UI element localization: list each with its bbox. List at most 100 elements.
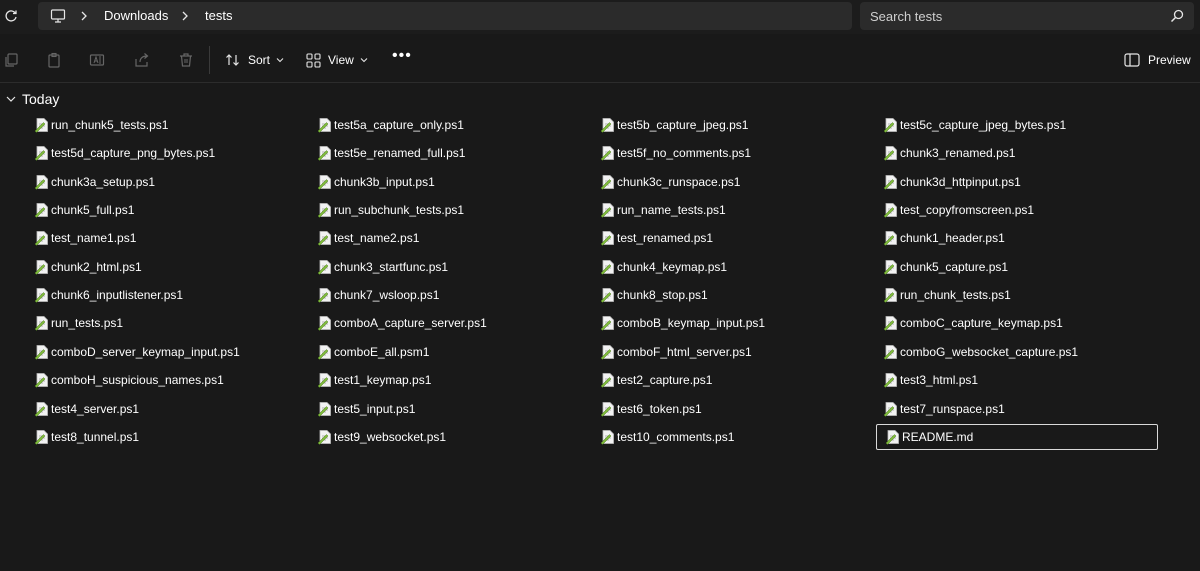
file-item[interactable]: comboC_capture_keymap.ps1 [875,310,1157,336]
file-name: test3_html.ps1 [900,373,979,387]
file-item[interactable]: chunk1_header.ps1 [875,225,1157,251]
file-name: test5a_capture_only.ps1 [334,118,464,132]
file-item[interactable]: chunk3c_runspace.ps1 [592,169,874,195]
file-name: test10_comments.ps1 [617,430,735,444]
sort-icon [226,54,239,66]
file-item[interactable]: run_name_tests.ps1 [592,197,874,223]
file-item[interactable]: test5b_capture_jpeg.ps1 [592,112,874,138]
file-item[interactable]: comboD_server_keymap_input.ps1 [26,339,308,365]
breadcrumb-tests[interactable]: tests [205,8,232,23]
preview-button[interactable]: Preview [1124,48,1191,72]
search-icon[interactable] [1170,9,1184,23]
file-name: run_chunk5_tests.ps1 [51,118,169,132]
file-item[interactable]: chunk8_stop.ps1 [592,282,874,308]
view-button[interactable]: View [306,48,375,72]
file-item[interactable]: test1_keymap.ps1 [309,367,591,393]
file-item[interactable]: test4_server.ps1 [26,396,308,422]
file-item[interactable]: comboF_html_server.ps1 [592,339,874,365]
file-name: test8_tunnel.ps1 [51,430,140,444]
group-header-today[interactable]: Today [6,90,59,108]
script-file-icon [317,373,331,388]
file-name: chunk3c_runspace.ps1 [617,175,741,189]
rename-icon[interactable] [89,52,105,68]
file-item[interactable]: README.md [876,424,1158,450]
search-box[interactable] [860,2,1194,30]
file-name: chunk2_html.ps1 [51,260,142,274]
file-name: run_tests.ps1 [51,316,124,330]
file-item[interactable]: run_subchunk_tests.ps1 [309,197,591,223]
file-item[interactable]: test7_runspace.ps1 [875,396,1157,422]
sort-button[interactable]: Sort [225,48,291,72]
script-file-icon [317,430,331,445]
view-icon [306,52,321,68]
file-item[interactable]: test5f_no_comments.ps1 [592,140,874,166]
script-file-icon [883,118,897,133]
file-item[interactable]: test6_token.ps1 [592,396,874,422]
file-item[interactable]: chunk3_renamed.ps1 [875,140,1157,166]
copy-icon[interactable] [3,52,19,68]
file-item[interactable]: test_name1.ps1 [26,225,308,251]
file-item[interactable]: chunk5_capture.ps1 [875,254,1157,280]
file-item[interactable]: run_chunk_tests.ps1 [875,282,1157,308]
file-item[interactable]: test5_input.ps1 [309,396,591,422]
script-file-icon [883,203,897,218]
script-file-icon [34,260,48,275]
file-item[interactable]: test2_capture.ps1 [592,367,874,393]
file-item[interactable]: comboG_websocket_capture.ps1 [875,339,1157,365]
search-input[interactable] [870,6,1150,26]
script-file-icon [317,118,331,133]
more-options-button[interactable]: ••• [392,48,412,70]
file-item[interactable]: test10_comments.ps1 [592,424,874,450]
address-bar[interactable]: Downloads tests [38,2,852,30]
paste-icon[interactable] [46,52,62,68]
file-item[interactable]: chunk5_full.ps1 [26,197,308,223]
share-icon[interactable] [134,52,150,68]
file-item[interactable]: test5c_capture_jpeg_bytes.ps1 [875,112,1157,138]
file-item[interactable]: chunk4_keymap.ps1 [592,254,874,280]
file-item[interactable]: chunk2_html.ps1 [26,254,308,280]
chevron-down-icon[interactable] [6,94,16,104]
file-item[interactable]: chunk3d_httpinput.ps1 [875,169,1157,195]
chevron-right-icon[interactable] [79,10,89,22]
script-file-icon [34,430,48,445]
script-file-icon [34,373,48,388]
script-file-icon [883,231,897,246]
file-item[interactable]: chunk7_wsloop.ps1 [309,282,591,308]
file-item[interactable]: test8_tunnel.ps1 [26,424,308,450]
file-item[interactable]: chunk3b_input.ps1 [309,169,591,195]
file-item[interactable]: test_copyfromscreen.ps1 [875,197,1157,223]
script-file-icon [883,260,897,275]
file-item[interactable]: test3_html.ps1 [875,367,1157,393]
file-item[interactable]: test5e_renamed_full.ps1 [309,140,591,166]
file-item[interactable]: test5a_capture_only.ps1 [309,112,591,138]
file-item[interactable]: comboE_all.psm1 [309,339,591,365]
file-item[interactable]: run_tests.ps1 [26,310,308,336]
script-file-icon [317,146,331,161]
file-item[interactable]: comboH_suspicious_names.ps1 [26,367,308,393]
file-item[interactable]: chunk6_inputlistener.ps1 [26,282,308,308]
file-name: test_name2.ps1 [334,231,420,245]
chevron-right-icon[interactable] [180,10,190,22]
script-file-icon [600,231,614,246]
script-file-icon [34,146,48,161]
this-pc-icon[interactable] [50,8,66,24]
file-name: chunk6_inputlistener.ps1 [51,288,184,302]
file-item[interactable]: comboB_keymap_input.ps1 [592,310,874,336]
breadcrumb-downloads[interactable]: Downloads [104,8,168,23]
refresh-icon[interactable] [3,8,19,24]
script-file-icon [34,118,48,133]
script-file-icon [317,231,331,246]
file-item[interactable]: test_name2.ps1 [309,225,591,251]
file-item[interactable]: chunk3a_setup.ps1 [26,169,308,195]
file-item[interactable]: comboA_capture_server.ps1 [309,310,591,336]
file-name: comboB_keymap_input.ps1 [617,316,766,330]
file-item[interactable]: test9_websocket.ps1 [309,424,591,450]
script-file-icon [883,175,897,190]
delete-icon[interactable] [178,52,194,68]
file-item[interactable]: test5d_capture_png_bytes.ps1 [26,140,308,166]
file-item[interactable]: chunk3_startfunc.ps1 [309,254,591,280]
file-item[interactable]: run_chunk5_tests.ps1 [26,112,308,138]
file-name: chunk3_startfunc.ps1 [334,260,449,274]
file-item[interactable]: test_renamed.ps1 [592,225,874,251]
script-file-icon [317,288,331,303]
